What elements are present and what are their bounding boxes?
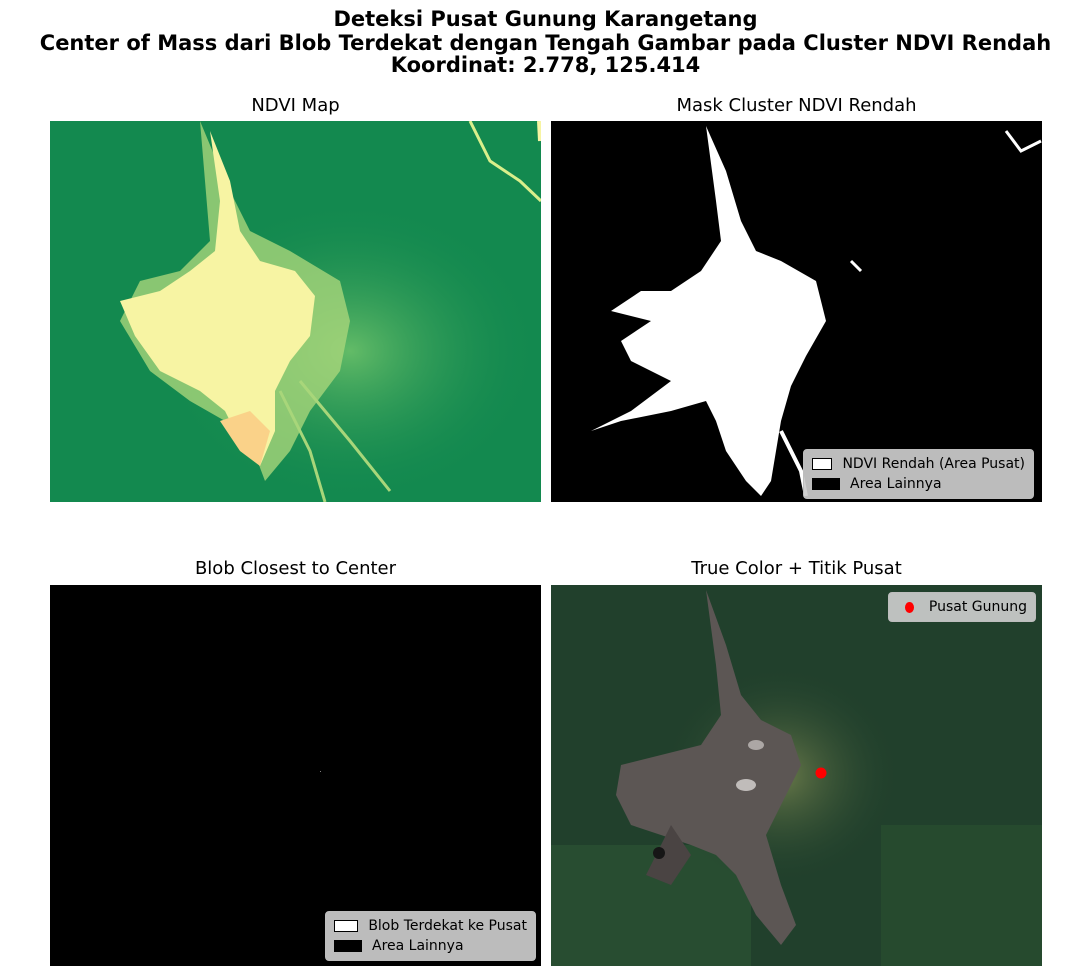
white-swatch xyxy=(334,920,359,932)
truecolor-panel-title: True Color + Titik Pusat xyxy=(691,558,902,579)
ndvi-map-image xyxy=(50,121,541,502)
truecolor-image xyxy=(551,585,1042,966)
blob-legend-entry-blob: Blob Terdekat ke Pusat xyxy=(334,916,527,936)
summit-center-marker xyxy=(815,767,827,779)
figure-title-line-1: Deteksi Pusat Gunung Karangetang xyxy=(333,7,758,31)
mask-panel-title: Mask Cluster NDVI Rendah xyxy=(676,95,917,116)
red-dot-icon xyxy=(905,601,914,613)
blob-legend-entry-other: Area Lainnya xyxy=(334,936,527,956)
truecolor-legend-entry-center: Pusat Gunung xyxy=(897,597,1027,617)
mask-legend-entry-low-ndvi: NDVI Rendah (Area Pusat) xyxy=(812,454,1025,474)
mask-legend: NDVI Rendah (Area Pusat) Area Lainnya xyxy=(803,449,1034,499)
mask-legend-label-1: NDVI Rendah (Area Pusat) xyxy=(842,456,1025,472)
truecolor-legend: Pusat Gunung xyxy=(888,592,1036,622)
blob-legend: Blob Terdekat ke Pusat Area Lainnya xyxy=(325,911,536,961)
black-swatch xyxy=(334,940,362,952)
figure-title-line-3: Koordinat: 2.778, 125.414 xyxy=(390,53,701,77)
mask-cluster-image xyxy=(551,121,1042,502)
ndvi-panel-title: NDVI Map xyxy=(251,95,340,116)
mask-legend-entry-other: Area Lainnya xyxy=(812,474,1025,494)
black-swatch xyxy=(812,478,840,490)
mask-legend-label-2: Area Lainnya xyxy=(850,476,942,492)
blob-panel-title: Blob Closest to Center xyxy=(194,558,397,579)
white-swatch xyxy=(812,458,833,470)
truecolor-legend-label: Pusat Gunung xyxy=(928,599,1027,615)
blob-legend-label-2: Area Lainnya xyxy=(372,938,464,954)
blob-legend-label-1: Blob Terdekat ke Pusat xyxy=(368,918,527,934)
blob-image xyxy=(50,585,541,966)
figure-title-line-2: Center of Mass dari Blob Terdekat dengan… xyxy=(39,31,1052,55)
